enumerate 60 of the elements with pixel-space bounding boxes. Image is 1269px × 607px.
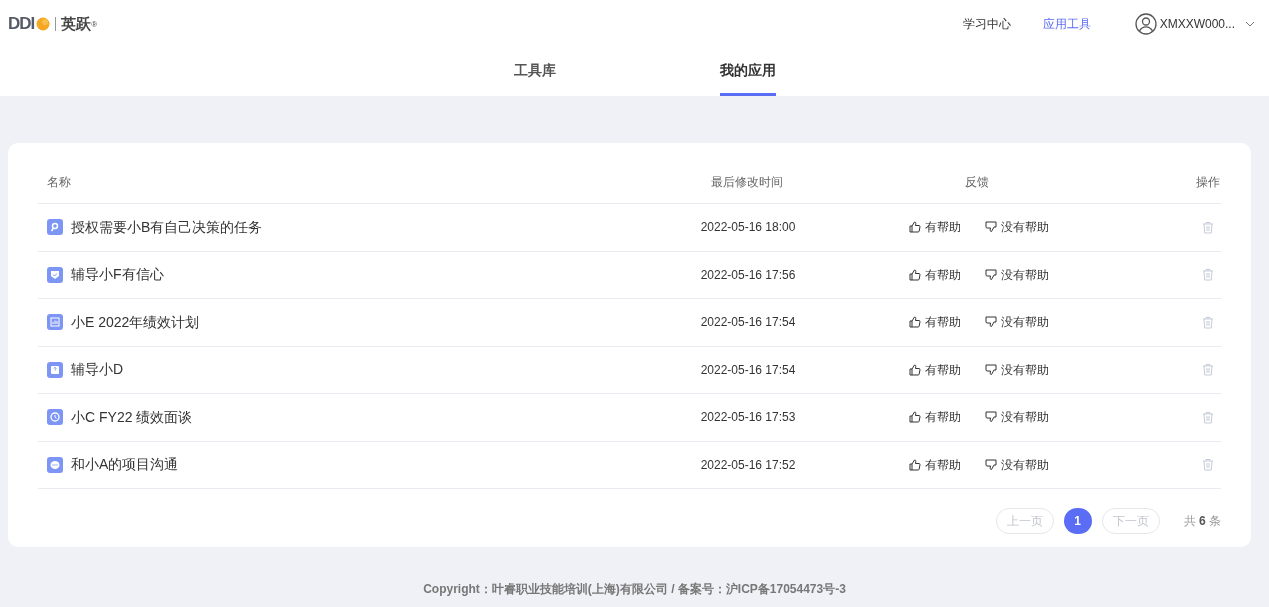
table-cell-text: 2022-05-16 17:52 (699, 456, 797, 474)
tab[interactable]: 工具库 (513, 48, 556, 96)
logo-icon (36, 17, 51, 31)
user-avatar-icon (1134, 13, 1157, 35)
bar-chart-icon (47, 314, 63, 331)
app-name[interactable]: 授权需要小B有自己决策的任务 (71, 216, 263, 238)
app-name[interactable]: 辅导小D (71, 359, 124, 381)
question-icon (47, 361, 63, 378)
nav-link[interactable]: 学习中心 (962, 15, 1011, 33)
thumbs-up-icon[interactable] (909, 458, 921, 471)
table-cell-text: 2022-05-16 17:53 (699, 409, 797, 427)
helpful-link[interactable]: 有帮助 (925, 360, 961, 379)
nav-link[interactable]: 应用工具 (1042, 15, 1091, 33)
helpful-link[interactable]: 有帮助 (925, 313, 961, 332)
user-name[interactable]: XMXXW000... (1159, 15, 1235, 33)
not-helpful-link[interactable]: 没有帮助 (1001, 408, 1049, 427)
table-cell-text: 2022-05-16 17:54 (699, 314, 797, 332)
helpful-link[interactable]: 有帮助 (925, 218, 961, 237)
shield-check-icon (47, 266, 63, 283)
not-helpful-link[interactable]: 没有帮助 (1001, 218, 1049, 237)
thumbs-down-icon[interactable] (985, 221, 997, 234)
helpful-link[interactable]: 有帮助 (925, 455, 961, 474)
tab[interactable]: 我的应用 (719, 48, 776, 96)
footer-copyright: Copyright：叶睿职业技能培训(上海)有限公司 / 备案号：沪ICP备17054473号-3 (423, 582, 846, 596)
column-header: 操作 (1194, 174, 1221, 191)
app-name[interactable]: 辅导小F有信心 (71, 264, 164, 286)
table-cell-text: 2022-05-16 18:00 (699, 219, 797, 237)
helpful-link[interactable]: 有帮助 (925, 408, 961, 427)
clock-icon (47, 409, 63, 426)
thumbs-up-icon[interactable] (909, 411, 921, 424)
app-name[interactable]: 和小A的项目沟通 (71, 454, 179, 476)
thumbs-down-icon[interactable] (985, 268, 997, 281)
registered-mark: ® (91, 20, 98, 30)
thumbs-up-icon[interactable] (909, 363, 921, 376)
table-cell-text: 2022-05-16 17:54 (699, 361, 797, 379)
column-header: 名称 (46, 174, 72, 191)
column-header: 最后修改时间 (710, 174, 784, 191)
app-name[interactable]: 小C FY22 绩效面谈 (71, 406, 193, 428)
not-helpful-link[interactable]: 没有帮助 (1001, 265, 1049, 284)
not-helpful-link[interactable]: 没有帮助 (1001, 313, 1049, 332)
app-name[interactable]: 小E 2022年绩效计划 (71, 311, 200, 333)
thumbs-up-icon[interactable] (909, 268, 921, 281)
caret-icon[interactable] (1245, 21, 1255, 27)
thumbs-up-icon[interactable] (909, 221, 921, 234)
thumbs-up-icon[interactable] (909, 316, 921, 329)
logo-text: DDI (8, 13, 35, 36)
chat-bubble-icon (47, 456, 63, 473)
thumbs-down-icon[interactable] (985, 316, 997, 329)
thumbs-down-icon[interactable] (985, 363, 997, 376)
not-helpful-link[interactable]: 没有帮助 (1001, 455, 1049, 474)
helpful-link[interactable]: 有帮助 (925, 265, 961, 284)
table-cell-text: 2022-05-16 17:56 (699, 266, 797, 284)
key-icon (47, 219, 63, 236)
column-header: 反馈 (964, 174, 990, 191)
total-count: 共 6 条 (1183, 513, 1221, 530)
page-button[interactable]: 1 (1063, 508, 1092, 534)
thumbs-down-icon[interactable] (985, 458, 997, 471)
logo-text: 英跃 (61, 13, 92, 34)
thumbs-down-icon[interactable] (985, 411, 997, 424)
not-helpful-link[interactable]: 没有帮助 (1001, 360, 1049, 379)
